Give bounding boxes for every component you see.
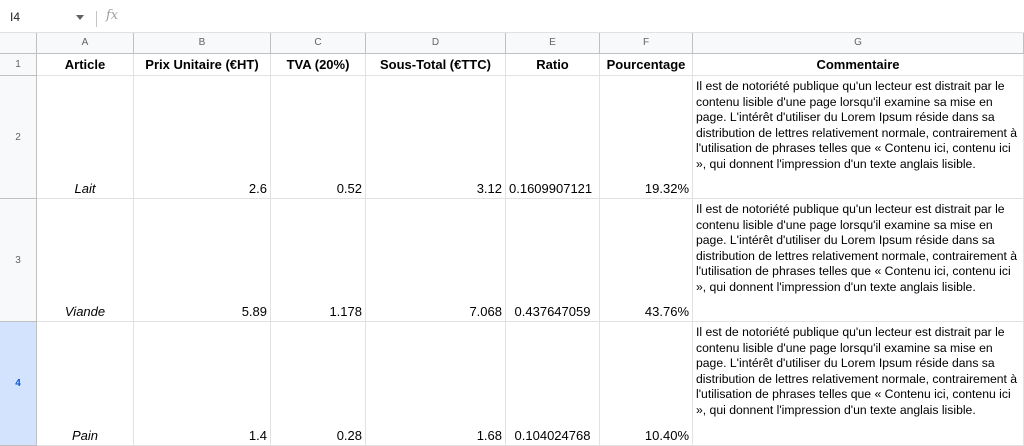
cell-ratio[interactable]: 0.104024768 <box>506 322 600 446</box>
column-header-c[interactable]: C <box>271 33 366 54</box>
cell-sous-total[interactable]: 1.68 <box>366 322 506 446</box>
chevron-down-icon[interactable] <box>76 15 84 20</box>
cell-pourcentage[interactable]: 43.76% <box>600 199 693 322</box>
header-cell-sous-total[interactable]: Sous-Total (€TTC) <box>366 54 506 76</box>
cell-article[interactable]: Lait <box>37 76 134 199</box>
select-all-corner[interactable] <box>0 33 37 54</box>
row-header-4[interactable]: 4 <box>0 322 37 446</box>
header-cell-commentaire[interactable]: Commentaire <box>693 54 1024 76</box>
row-header-2[interactable]: 2 <box>0 76 37 199</box>
header-cell-ratio[interactable]: Ratio <box>506 54 600 76</box>
cell-prix[interactable]: 1.4 <box>134 322 271 446</box>
row-header-3[interactable]: 3 <box>0 199 37 322</box>
column-header-d[interactable]: D <box>366 33 506 54</box>
name-box[interactable]: I4 <box>8 9 88 27</box>
cell-tva[interactable]: 0.52 <box>271 76 366 199</box>
cell-prix[interactable]: 5.89 <box>134 199 271 322</box>
cell-commentaire[interactable]: Il est de notoriété publique qu'un lecte… <box>693 76 1024 199</box>
row-header-1[interactable]: 1 <box>0 54 37 76</box>
column-header-b[interactable]: B <box>134 33 271 54</box>
cell-commentaire[interactable]: Il est de notoriété publique qu'un lecte… <box>693 199 1024 322</box>
header-cell-prix[interactable]: Prix Unitaire (€HT) <box>134 54 271 76</box>
cell-prix[interactable]: 2.6 <box>134 76 271 199</box>
cell-commentaire[interactable]: Il est de notoriété publique qu'un lecte… <box>693 322 1024 446</box>
cell-ratio[interactable]: 0.1609907121 <box>506 76 600 199</box>
cell-tva[interactable]: 1.178 <box>271 199 366 322</box>
column-header-a[interactable]: A <box>37 33 134 54</box>
column-header-f[interactable]: F <box>600 33 693 54</box>
header-cell-tva[interactable]: TVA (20%) <box>271 54 366 76</box>
cell-article[interactable]: Viande <box>37 199 134 322</box>
cell-pourcentage[interactable]: 10.40% <box>600 322 693 446</box>
cell-tva[interactable]: 0.28 <box>271 322 366 446</box>
cell-sous-total[interactable]: 3.12 <box>366 76 506 199</box>
cell-pourcentage[interactable]: 19.32% <box>600 76 693 199</box>
column-header-e[interactable]: E <box>506 33 600 54</box>
fx-icon: fx <box>106 8 119 23</box>
cell-reference: I4 <box>10 10 21 24</box>
cell-ratio[interactable]: 0.437647059 <box>506 199 600 322</box>
header-cell-pourcentage[interactable]: Pourcentage <box>600 54 693 76</box>
column-headers: A B C D E F G <box>0 33 1024 54</box>
cell-article[interactable]: Pain <box>37 322 134 446</box>
column-header-g[interactable]: G <box>693 33 1024 54</box>
cell-sous-total[interactable]: 7.068 <box>366 199 506 322</box>
header-cell-article[interactable]: Article <box>37 54 134 76</box>
formula-bar: I4 fx <box>0 0 1024 33</box>
formula-bar-divider <box>96 11 97 27</box>
